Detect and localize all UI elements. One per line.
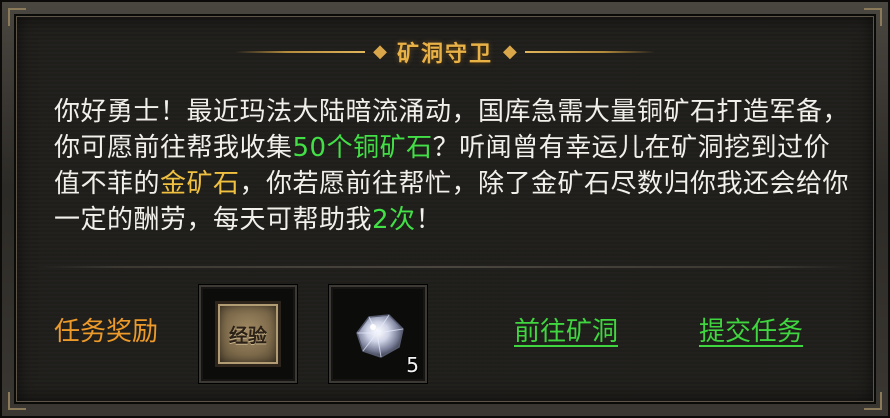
gold-ore-highlight: 金矿石 [160, 169, 240, 199]
exp-badge-icon: 经验 [215, 301, 281, 367]
frame-corner-ornament [864, 8, 882, 26]
frame-corner-ornament [864, 392, 882, 410]
copper-ore-highlight: 50个铜矿石 [292, 133, 433, 163]
reward-quantity: 5 [406, 353, 419, 377]
title-line-right [524, 51, 655, 53]
frame-corner-ornament [8, 392, 26, 410]
daily-times-highlight: 2次 [372, 205, 416, 235]
title-ornament-right-icon: ◆ [503, 41, 517, 62]
goto-mine-link[interactable]: 前往矿洞 [514, 314, 618, 350]
dialog-text-part: ！ [415, 205, 443, 235]
title-bar: ◆ 矿洞守卫 ◆ [2, 32, 888, 72]
reward-slot-exp[interactable]: 经验 [199, 285, 297, 383]
panel-title: 矿洞守卫 [396, 41, 493, 67]
diamond-ore-icon [356, 314, 404, 358]
frame-corner-ornament [8, 8, 26, 26]
title-ornament-left-icon: ◆ [373, 41, 387, 62]
reward-slot-gem[interactable]: 5 [329, 285, 427, 383]
submit-quest-link[interactable]: 提交任务 [699, 314, 803, 350]
exp-label: 经验 [228, 324, 267, 347]
reward-label: 任务奖励 [54, 317, 159, 347]
quest-dialog-frame: ◆ 矿洞守卫 ◆ 你好勇士！最近玛法大陆暗流涌动，国库急需大量铜矿石打造军备，你… [0, 0, 890, 418]
title-line-left [235, 51, 366, 53]
section-divider [32, 266, 858, 268]
quest-dialog-text: 你好勇士！最近玛法大陆暗流涌动，国库急需大量铜矿石打造军备，你可愿前往帮我收集5… [54, 94, 854, 238]
